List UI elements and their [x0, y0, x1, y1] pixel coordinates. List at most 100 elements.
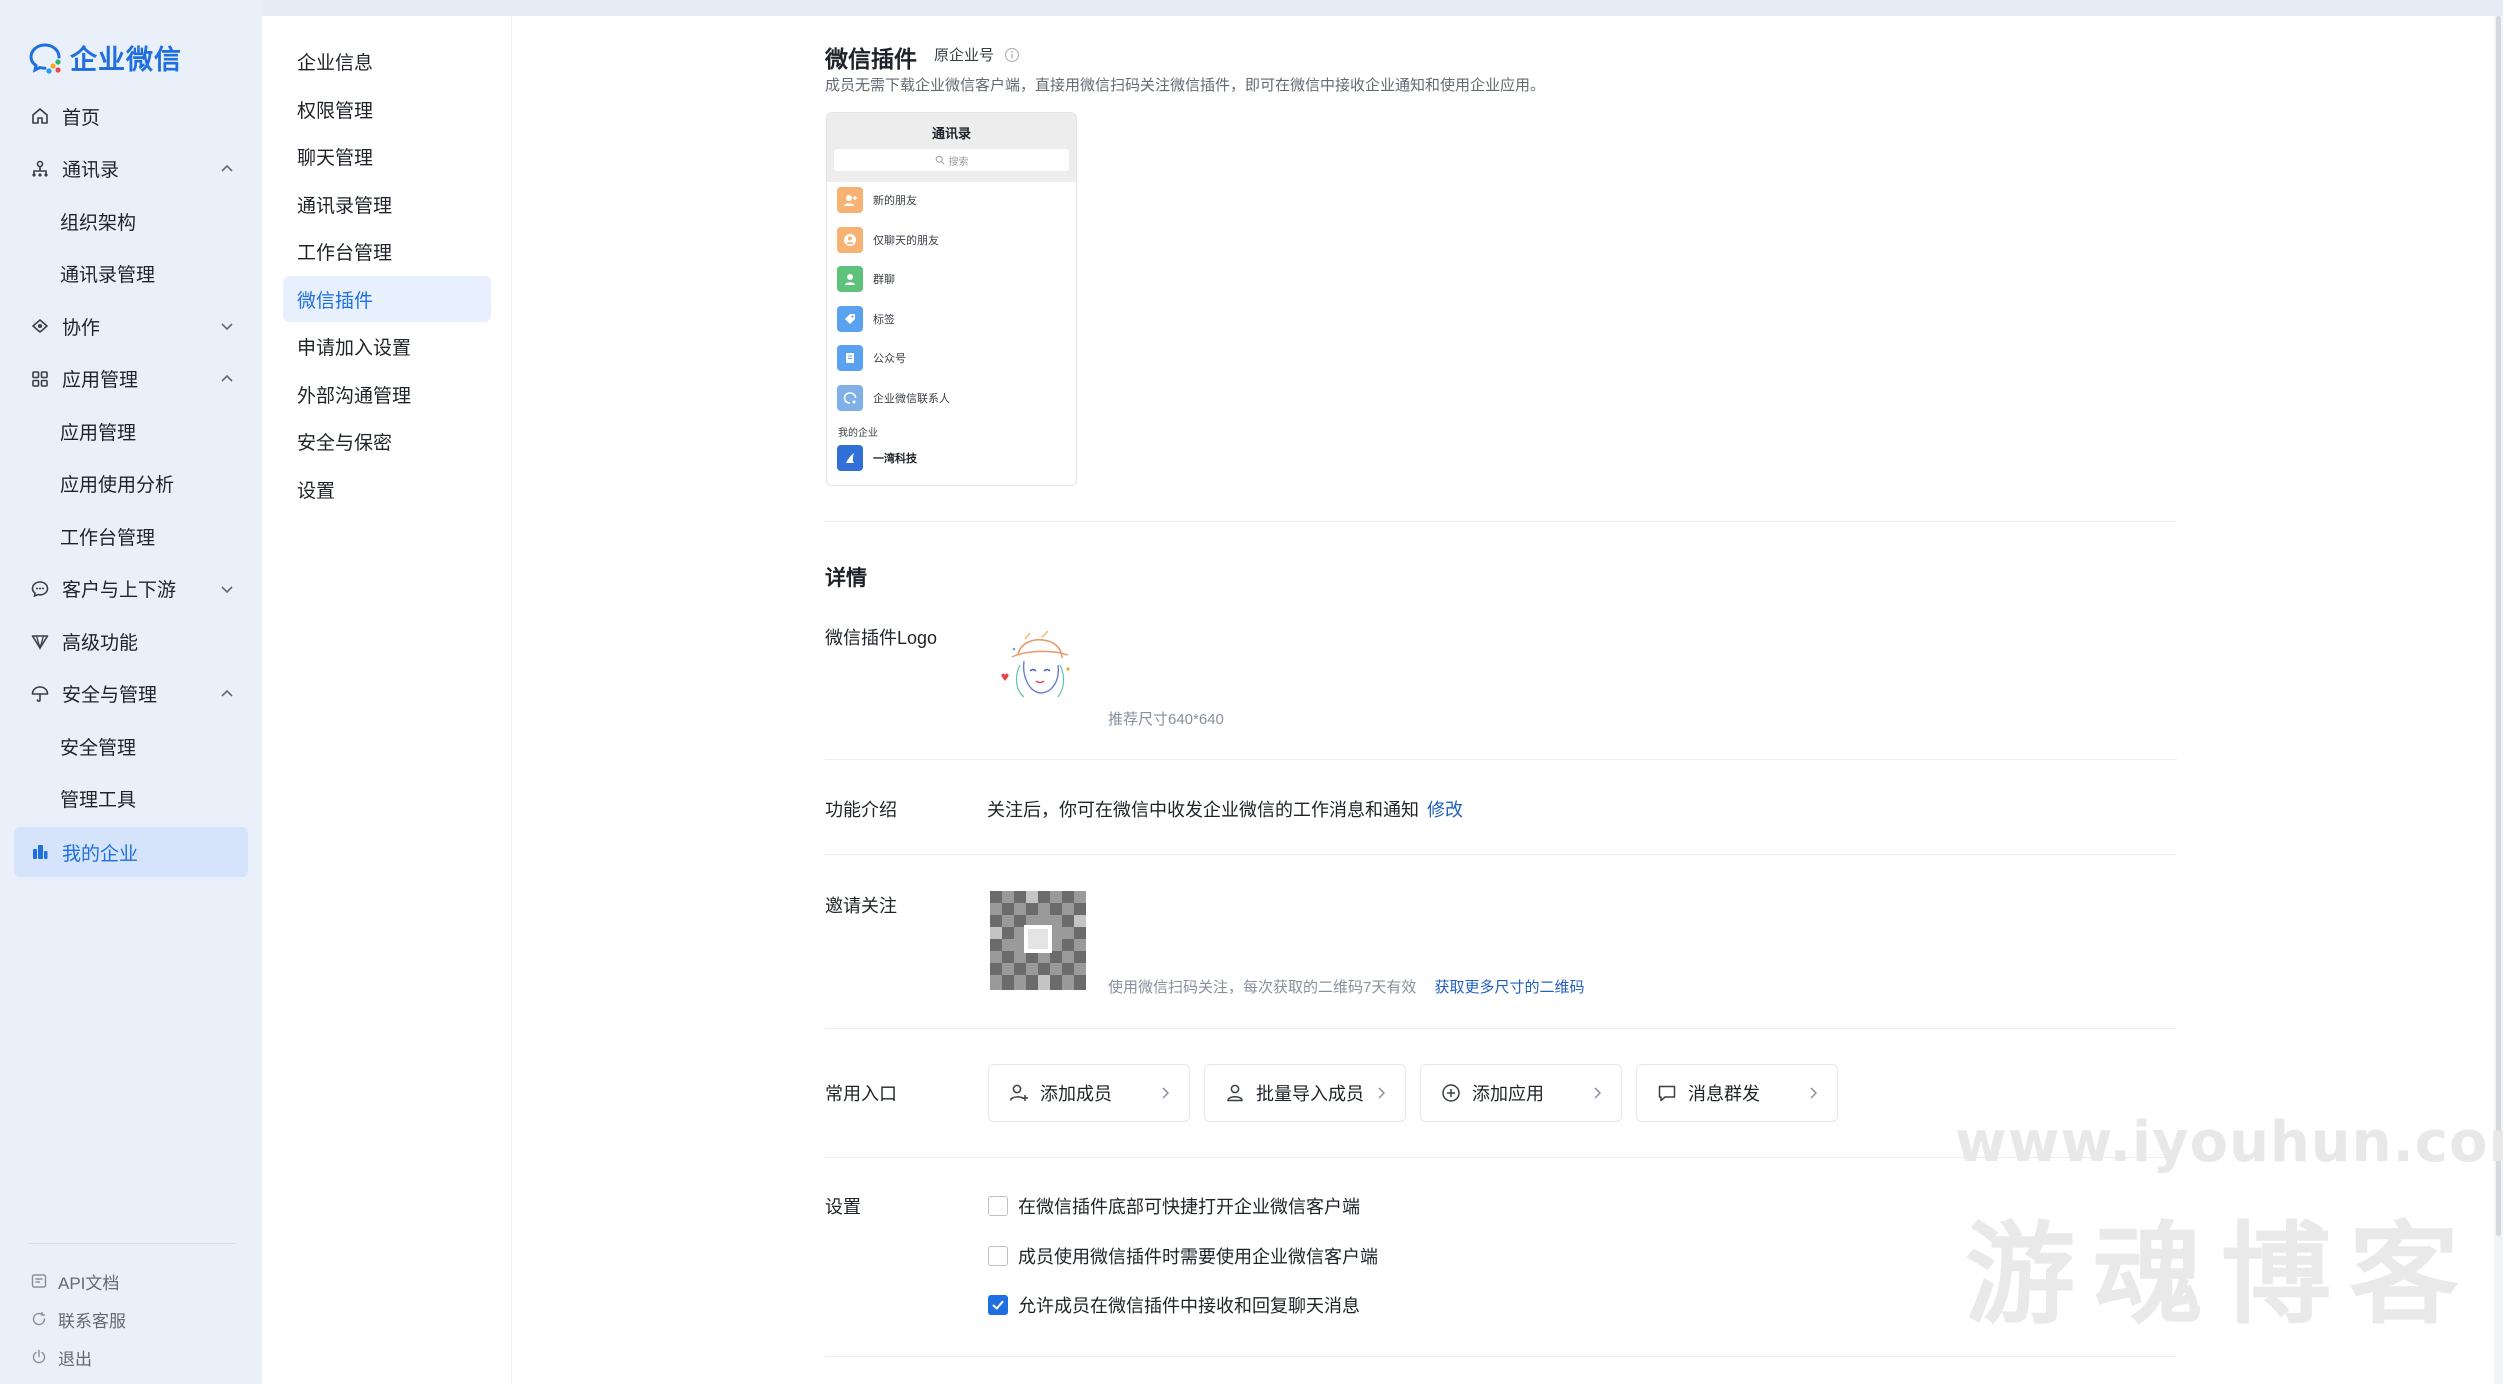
chevron-down-icon	[218, 317, 236, 335]
quick-label: 常用入口	[825, 1084, 897, 1104]
power-icon	[30, 1348, 48, 1366]
invite-hint-text: 使用微信扫码关注，每次获取的二维码7天有效	[1108, 979, 1417, 996]
subnav-security[interactable]: 安全与保密	[283, 418, 491, 464]
brand[interactable]: 企业微信	[28, 38, 182, 77]
chevron-up-icon	[218, 160, 236, 178]
add-member-button[interactable]: 添加成员	[988, 1064, 1190, 1122]
apps-grid-icon	[30, 369, 50, 389]
nav-home[interactable]: 首页	[14, 90, 248, 143]
func-text: 关注后，你可在微信中收发企业微信的工作消息和通知	[987, 800, 1419, 820]
nav-label: 退出	[58, 1349, 92, 1369]
page-title: 微信插件	[825, 46, 917, 72]
nav-admin-tools[interactable]: 管理工具	[14, 773, 248, 826]
add-circle-icon	[1440, 1082, 1462, 1104]
settings-label: 设置	[825, 1197, 861, 1217]
nav-label: 工作台管理	[60, 527, 156, 549]
setting-option-require-client[interactable]: 成员使用微信插件时需要使用企业微信客户端	[988, 1243, 1378, 1269]
logo-label: 微信插件Logo	[825, 628, 938, 648]
home-icon	[30, 106, 50, 126]
setting-option-allow-chat[interactable]: 允许成员在微信插件中接收和回复聊天消息	[988, 1292, 1360, 1318]
nav-support[interactable]: 联系客服	[30, 1300, 126, 1338]
subnav-company-info[interactable]: 企业信息	[283, 38, 491, 84]
diamond-icon	[30, 631, 50, 651]
nav-contacts-manage[interactable]: 通讯录管理	[14, 248, 248, 301]
get-more-qr-link[interactable]: 获取更多尺寸的二维码	[1435, 979, 1585, 996]
group-chat-icon	[837, 266, 863, 292]
quick-button-label: 消息群发	[1688, 1084, 1760, 1104]
nav-security[interactable]: 安全与管理	[14, 668, 248, 721]
nav-customers[interactable]: 客户与上下游	[14, 563, 248, 616]
subnav-contacts-manage[interactable]: 通讯录管理	[283, 181, 491, 227]
nav-api-doc[interactable]: API文档	[30, 1262, 126, 1300]
scrollbar-thumb[interactable]	[2496, 16, 2501, 1236]
nav-label: 首页	[62, 107, 101, 129]
nav-apps[interactable]: 应用管理	[14, 353, 248, 406]
checkbox-checked[interactable]	[988, 1295, 1008, 1315]
secondary-sidebar: 企业信息 权限管理 聊天管理 通讯录管理 工作台管理 微信插件 申请加入设置 外…	[262, 16, 512, 1384]
chevron-right-icon	[1589, 1085, 1605, 1101]
quick-button-label: 批量导入成员	[1256, 1084, 1364, 1104]
func-edit-link[interactable]: 修改	[1427, 796, 1463, 822]
checkbox[interactable]	[988, 1196, 1008, 1216]
subnav-label: 微信插件	[297, 290, 374, 312]
nav-contacts[interactable]: 通讯录	[14, 143, 248, 196]
subnav-label: 外部沟通管理	[297, 385, 412, 407]
bulk-import-button[interactable]: 批量导入成员	[1204, 1064, 1406, 1122]
info-icon[interactable]	[1004, 47, 1020, 63]
preview-row-label: 仅聊天的朋友	[873, 235, 939, 247]
nav-divider	[28, 1243, 236, 1244]
qr-code-image[interactable]	[990, 891, 1086, 990]
setting-option-quick-open[interactable]: 在微信插件底部可快捷打开企业微信客户端	[988, 1193, 1360, 1219]
new-friend-icon	[837, 187, 863, 213]
subnav-external-comm[interactable]: 外部沟通管理	[283, 371, 491, 417]
watermark-url: www.iyouhun.com	[1955, 1110, 2503, 1175]
nav-apps-manage[interactable]: 应用管理	[14, 405, 248, 458]
divider	[825, 854, 2177, 855]
subnav-chat-manage[interactable]: 聊天管理	[283, 133, 491, 179]
nav-security-manage[interactable]: 安全管理	[14, 720, 248, 773]
nav-apps-analytics[interactable]: 应用使用分析	[14, 458, 248, 511]
subnav-wechat-plugin[interactable]: 微信插件	[283, 276, 491, 322]
company-logo-icon	[837, 445, 863, 471]
primary-sidebar: 企业微信 首页 通讯录 组织架构 通讯录管理 协作 应用管理 应用管理 应用使用…	[0, 0, 262, 1384]
subnav-label: 企业信息	[297, 52, 374, 74]
subnav-settings[interactable]: 设置	[283, 466, 491, 512]
subnav-label: 设置	[297, 480, 336, 502]
nav-label: 应用管理	[62, 370, 139, 392]
nav-org-structure[interactable]: 组织架构	[14, 195, 248, 248]
subnav-workbench-manage[interactable]: 工作台管理	[283, 228, 491, 274]
plugin-logo-image[interactable]	[990, 625, 1085, 720]
quick-button-label: 添加应用	[1472, 1084, 1544, 1104]
nav-collab[interactable]: 协作	[14, 300, 248, 353]
tag-icon	[837, 306, 863, 332]
broadcast-message-button[interactable]: 消息群发	[1636, 1064, 1838, 1122]
nav-logout[interactable]: 退出	[30, 1338, 126, 1376]
subnav-label: 聊天管理	[297, 147, 374, 169]
main-scrollbar[interactable]	[2494, 16, 2503, 1384]
wecom-logo-icon	[28, 40, 64, 76]
checkbox[interactable]	[988, 1246, 1008, 1266]
nav-label: 通讯录管理	[60, 265, 156, 287]
subnav-label: 权限管理	[297, 100, 374, 122]
add-user-icon	[1008, 1082, 1030, 1104]
subnav-label: 工作台管理	[297, 242, 393, 264]
nav-advanced[interactable]: 高级功能	[14, 615, 248, 668]
preview-row-group-chat: 群聊	[837, 264, 895, 294]
api-doc-icon	[30, 1272, 48, 1290]
preview-search: 搜索	[834, 149, 1069, 171]
plugin-preview: 通讯录 搜索 新的朋友 仅聊天的朋友 群聊 标签 公众号 企业微信联系人 我的企…	[826, 112, 1077, 486]
nav-label: 应用使用分析	[60, 475, 175, 497]
invite-label: 邀请关注	[825, 896, 897, 916]
nav-my-company[interactable]: 我的企业	[14, 827, 248, 877]
nav-bottom: API文档 联系客服 退出	[30, 1262, 126, 1376]
add-app-button[interactable]: 添加应用	[1420, 1064, 1622, 1122]
chat-friend-icon	[837, 227, 863, 253]
wecom-contact-icon	[837, 385, 863, 411]
official-account-icon	[837, 345, 863, 371]
setting-option-label: 成员使用微信插件时需要使用企业微信客户端	[1018, 1247, 1378, 1267]
subnav-join-settings[interactable]: 申请加入设置	[283, 323, 491, 369]
nav-workbench-manage[interactable]: 工作台管理	[14, 510, 248, 563]
support-icon	[30, 1310, 48, 1328]
brand-name: 企业微信	[70, 45, 182, 75]
subnav-permissions[interactable]: 权限管理	[283, 86, 491, 132]
